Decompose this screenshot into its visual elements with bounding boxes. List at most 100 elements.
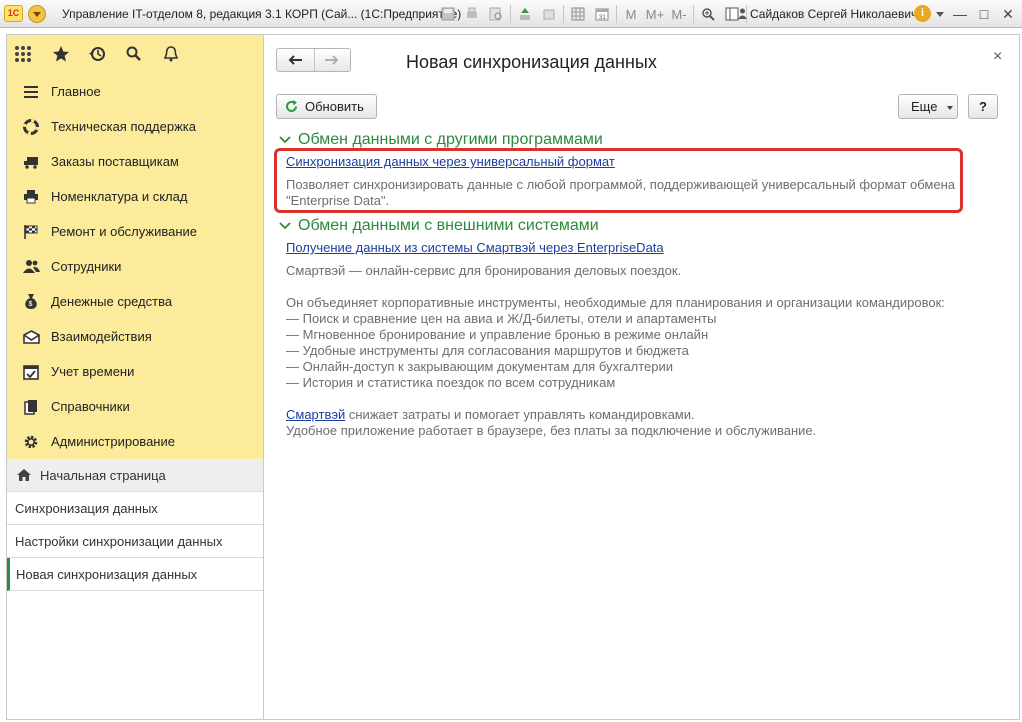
smartway-feature: — Мгновенное бронирование и управление б…: [286, 327, 709, 342]
open-window-label: Настройки синхронизации данных: [15, 533, 223, 549]
universal-format-sync-link[interactable]: Синхронизация данных через универсальный…: [286, 154, 615, 169]
smartway-data-link[interactable]: Получение данных из системы Смартвэй чер…: [286, 240, 664, 255]
chevron-down-icon[interactable]: [936, 12, 944, 17]
smartway-feature: — Поиск и сравнение цен на авиа и Ж/Д-би…: [286, 311, 717, 326]
calendar-check-icon: [22, 363, 40, 381]
section-label: Учет времени: [51, 364, 135, 379]
minimize-button[interactable]: —: [952, 6, 968, 22]
universal-format-description-line-1: Позволяет синхронизировать данные с любо…: [286, 177, 955, 192]
lifebuoy-icon: [22, 118, 40, 136]
section-catalogs[interactable]: Справочники: [7, 389, 263, 424]
section-label: Техническая поддержка: [51, 119, 196, 134]
section-label: Главное: [51, 84, 101, 99]
open-window-label: Новая синхронизация данных: [16, 566, 198, 582]
open-window-home[interactable]: Начальная страница: [7, 459, 263, 492]
section-main[interactable]: Главное: [7, 74, 263, 109]
smartway-footer-text: снижает затраты и помогает управлять ком…: [345, 407, 695, 422]
toolbar-divider: [616, 5, 617, 23]
section-label: Сотрудники: [51, 259, 122, 274]
arrow-left-icon: [288, 55, 303, 65]
smartway-feature: — История и статистика поездок по всем с…: [286, 375, 616, 390]
toolbar-divider: [510, 5, 511, 23]
back-button[interactable]: [277, 49, 314, 71]
section-inventory[interactable]: Номенклатура и склад: [7, 179, 263, 214]
smartway-description: Смартвэй — онлайн-сервис для бронировани…: [286, 263, 682, 278]
section-repair[interactable]: Ремонт и обслуживание: [7, 214, 263, 249]
smartway-link[interactable]: Смартвэй: [286, 407, 345, 422]
notifications-bell-icon[interactable]: [161, 44, 181, 64]
memory-minus-button[interactable]: M-: [667, 5, 691, 23]
current-user-name[interactable]: Сайдаков Сергей Николаевич: [750, 7, 917, 21]
attach-icon[interactable]: [537, 5, 561, 23]
open-window-sync-settings[interactable]: Настройки синхронизации данных: [7, 525, 263, 558]
section-money[interactable]: $ Денежные средства: [7, 284, 263, 319]
spreadsheet-icon[interactable]: [566, 5, 590, 23]
form-title: Новая синхронизация данных: [406, 52, 657, 72]
print-icon[interactable]: [460, 5, 484, 23]
svg-text:31: 31: [599, 15, 606, 21]
toolbar-divider: [693, 5, 694, 23]
checkered-flag-icon: [22, 223, 40, 241]
books-icon: [22, 398, 40, 416]
group-title-other-programs[interactable]: Обмен данными с другими программами: [278, 131, 603, 149]
svg-text:$: $: [29, 301, 33, 308]
titlebar-toolbar: 31 M M+ M-: [436, 5, 749, 23]
open-window-label: Начальная страница: [40, 467, 166, 483]
money-bag-icon: $: [22, 293, 40, 311]
open-window-label: Синхронизация данных: [15, 500, 158, 516]
section-tech-support[interactable]: Техническая поддержка: [7, 109, 263, 144]
section-supplier-orders[interactable]: Заказы поставщикам: [7, 144, 263, 179]
close-form-button[interactable]: ×: [993, 48, 1002, 66]
section-time-tracking[interactable]: Учет времени: [7, 354, 263, 389]
memory-plus-button[interactable]: M+: [643, 5, 667, 23]
calendar-icon[interactable]: 31: [590, 5, 614, 23]
memory-button[interactable]: M: [619, 5, 643, 23]
menu-lines-icon: [22, 83, 40, 101]
smartway-features-intro: Он объединяет корпоративные инструменты,…: [286, 295, 945, 310]
refresh-button[interactable]: Обновить: [276, 94, 377, 119]
window-title: Управление IT-отделом 8, редакция 3.1 КО…: [62, 7, 462, 21]
home-icon: [17, 469, 31, 481]
chevron-down-icon: [947, 106, 953, 110]
truck-icon: [22, 153, 40, 171]
apps-grid-icon[interactable]: [13, 44, 33, 64]
smartway-footer: Смартвэй снижает затраты и помогает упра…: [286, 407, 695, 423]
section-interactions[interactable]: Взаимодействия: [7, 319, 263, 354]
history-icon[interactable]: [87, 44, 107, 64]
info-icon[interactable]: i: [914, 5, 931, 22]
people-icon: [22, 258, 40, 276]
main-menu-button[interactable]: [28, 5, 46, 23]
gear-icon: [22, 433, 40, 451]
chevron-down-icon: [279, 222, 291, 230]
section-employees[interactable]: Сотрудники: [7, 249, 263, 284]
maximize-button[interactable]: □: [976, 6, 992, 22]
quick-access-bar: [7, 35, 263, 73]
more-button[interactable]: Еще: [898, 94, 958, 119]
refresh-label: Обновить: [305, 99, 364, 114]
toolbar-divider: [563, 5, 564, 23]
preview-icon[interactable]: [484, 5, 508, 23]
user-icon: [738, 8, 747, 19]
favorites-star-icon[interactable]: [51, 44, 71, 64]
more-label: Еще: [911, 99, 938, 114]
open-window-sync[interactable]: Синхронизация данных: [7, 492, 263, 525]
chevron-down-icon: [279, 136, 291, 144]
title-bar: 1С Управление IT-отделом 8, редакция 3.1…: [0, 0, 1022, 28]
sections-panel: Главное Техническая поддержка Заказы пос…: [7, 35, 263, 459]
history-navigation: [276, 48, 351, 72]
group-title-external-systems[interactable]: Обмен данными с внешними системами: [278, 217, 599, 235]
section-label: Денежные средства: [51, 294, 173, 309]
search-icon[interactable]: [124, 44, 144, 64]
section-administration[interactable]: Администрирование: [7, 424, 263, 459]
save-icon[interactable]: [436, 5, 460, 23]
help-button[interactable]: ?: [968, 94, 998, 119]
zoom-icon[interactable]: [696, 5, 720, 23]
close-window-button[interactable]: ✕: [1000, 6, 1016, 22]
arrow-right-icon: [325, 55, 339, 65]
upload-icon[interactable]: [513, 5, 537, 23]
open-window-new-sync[interactable]: Новая синхронизация данных: [7, 558, 263, 591]
section-label: Номенклатура и склад: [51, 189, 188, 204]
forward-button[interactable]: [313, 49, 351, 71]
open-windows-list: Начальная страница Синхронизация данных …: [7, 459, 263, 591]
sidebar: Главное Техническая поддержка Заказы пос…: [6, 34, 264, 720]
